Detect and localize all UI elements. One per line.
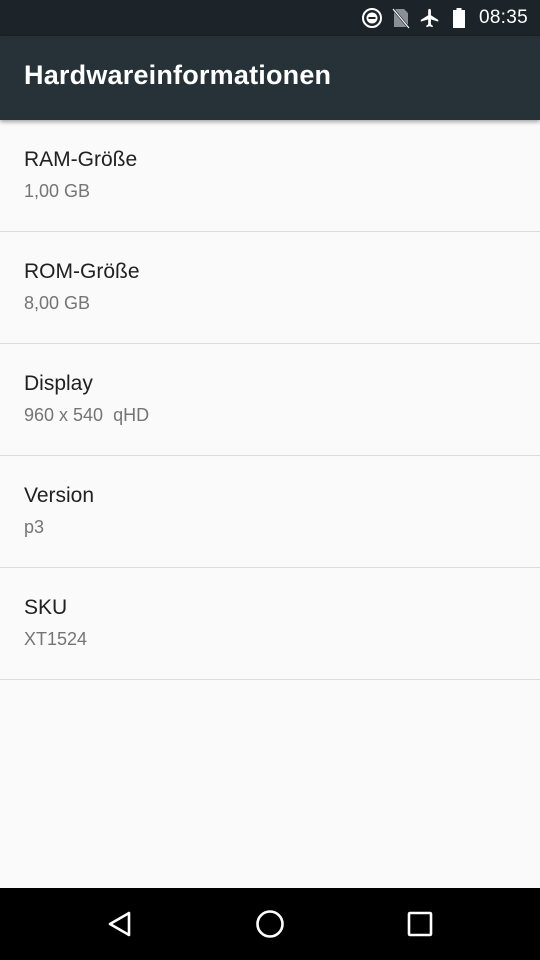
recents-icon	[407, 911, 433, 937]
list-item-value: 960 x 540 qHD	[24, 405, 150, 425]
hardware-info-list: RAM-Größe 1,00 GB ROM-Größe 8,00 GB Disp…	[0, 120, 540, 680]
list-item-ram[interactable]: RAM-Größe 1,00 GB	[0, 120, 540, 232]
app-bar: Hardwareinformationen	[0, 36, 540, 120]
home-icon	[256, 910, 284, 938]
list-item-rom[interactable]: ROM-Größe 8,00 GB	[0, 232, 540, 344]
status-time: 08:35	[478, 7, 528, 28]
recents-button[interactable]	[402, 906, 438, 942]
list-item-display[interactable]: Display 960 x 540 qHD	[0, 344, 540, 456]
list-item-title: ROM-Größe	[24, 260, 140, 283]
no-sim-icon	[389, 6, 413, 30]
home-button[interactable]	[252, 906, 288, 942]
do-not-disturb-icon	[360, 6, 384, 30]
status-icons: 08:35	[355, 0, 528, 36]
back-button[interactable]	[102, 906, 138, 942]
list-item-version[interactable]: Version p3	[0, 456, 540, 568]
list-item-value: 1,00 GB	[24, 181, 91, 201]
list-item-value: p3	[24, 517, 45, 537]
list-item-title: Display	[24, 372, 93, 395]
page-title: Hardwareinformationen	[24, 60, 332, 90]
navigation-bar	[0, 888, 540, 960]
list-item-title: Version	[24, 484, 95, 507]
status-bar: 08:35	[0, 0, 540, 36]
list-item-title: SKU	[24, 596, 68, 619]
airplane-mode-icon	[418, 6, 442, 30]
battery-icon	[447, 6, 471, 30]
list-item-title: RAM-Größe	[24, 148, 138, 171]
list-item-value: 8,00 GB	[24, 293, 91, 313]
list-item-sku[interactable]: SKU XT1524	[0, 568, 540, 680]
list-item-value: XT1524	[24, 629, 88, 649]
back-icon	[108, 911, 131, 937]
